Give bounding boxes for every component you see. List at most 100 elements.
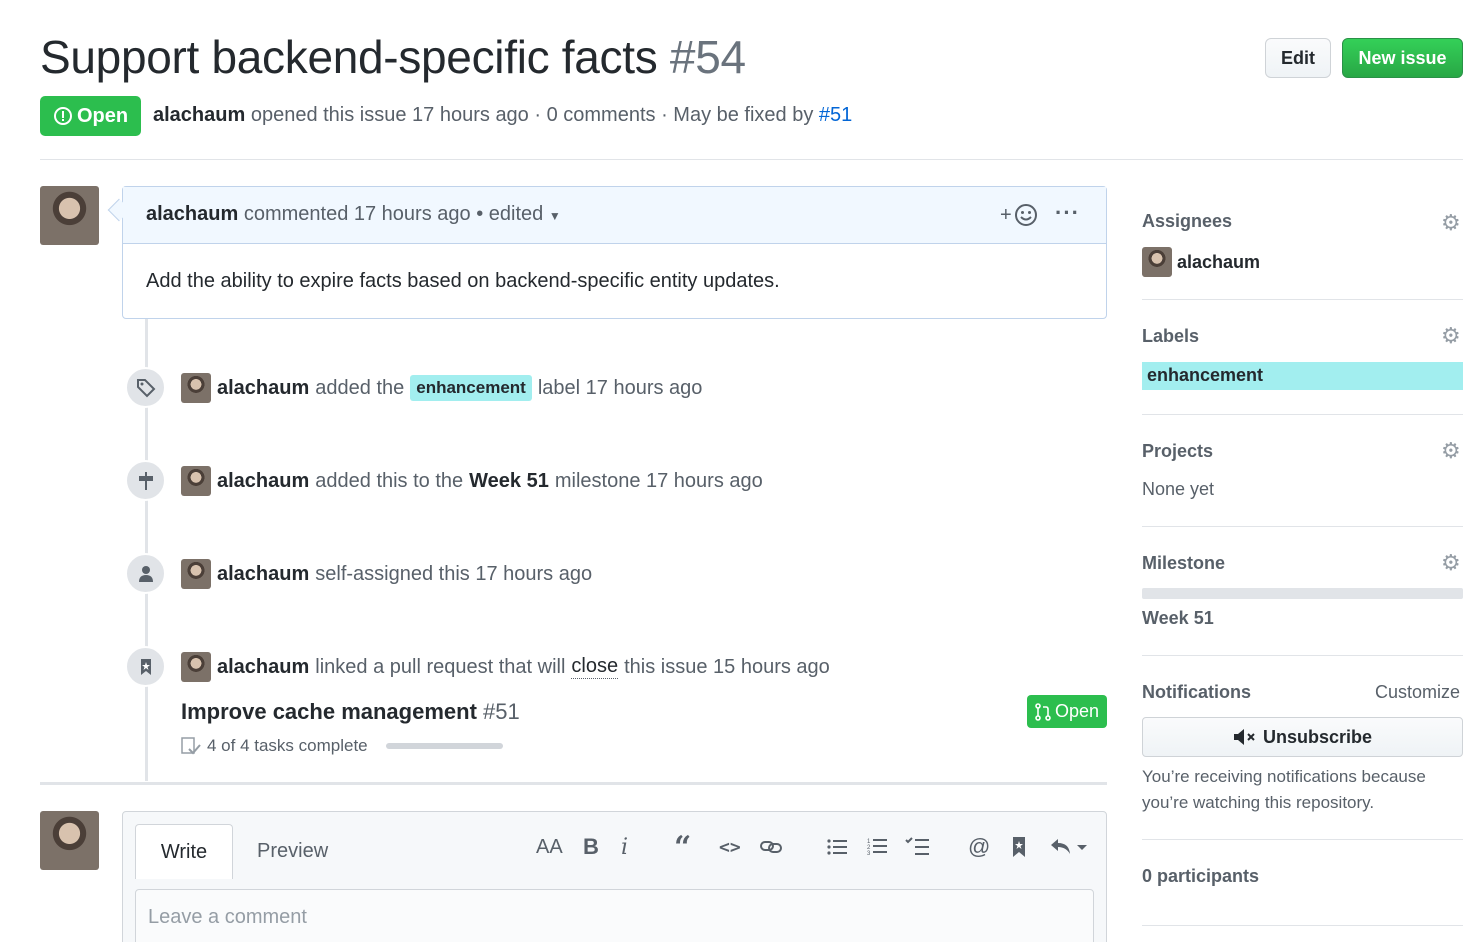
event-user-link[interactable]: alachaum — [217, 470, 309, 493]
heading-icon[interactable]: AA — [536, 832, 563, 862]
header-divider — [40, 159, 1463, 160]
event-avatar[interactable] — [181, 652, 211, 682]
numbered-list-icon[interactable]: 123 — [867, 832, 887, 862]
event-avatar[interactable] — [181, 466, 211, 496]
gear-icon[interactable]: ⚙ — [1441, 438, 1461, 464]
event-text: linked a pull request that will — [315, 655, 566, 678]
issue-title: Support backend-specific facts #54 — [40, 30, 746, 84]
projects-heading[interactable]: Projects — [1142, 441, 1213, 462]
more-options-icon[interactable]: ··· — [1055, 200, 1080, 226]
comment-body: Add the ability to expire facts based on… — [146, 270, 780, 292]
reply-icon[interactable] — [1050, 832, 1090, 862]
event-text: added this to the — [315, 469, 464, 492]
assignee-avatar[interactable] — [1142, 247, 1172, 277]
close-keyword[interactable]: close — [571, 655, 619, 679]
tab-write[interactable]: Write — [135, 824, 233, 879]
event-text: added the — [315, 376, 405, 399]
bullet-list-icon[interactable] — [827, 832, 847, 862]
current-user-avatar[interactable] — [40, 811, 99, 870]
labels-heading[interactable]: Labels — [1142, 326, 1199, 347]
task-progress: 4 of 4 tasks complete — [181, 736, 503, 756]
pr-state-label: Open — [1054, 701, 1100, 721]
linked-pr-title[interactable]: Improve cache management #51 — [181, 699, 520, 725]
event-avatar[interactable] — [181, 559, 211, 589]
notification-reason: You’re receiving notifications because y… — [1142, 767, 1426, 812]
assignee-name[interactable]: alachaum — [1177, 252, 1260, 273]
link-icon[interactable] — [760, 832, 782, 862]
event-user-link[interactable]: alachaum — [217, 656, 309, 679]
sidebar-divider — [1142, 526, 1463, 527]
event-user-link[interactable]: alachaum — [217, 377, 309, 400]
sidebar-divider — [1142, 839, 1463, 840]
bookmark-icon[interactable] — [1011, 832, 1027, 862]
italic-icon[interactable]: i — [621, 832, 628, 862]
bookmark-icon — [125, 646, 166, 687]
assign-event: alachaum self-assigned this 17 hours ago — [181, 559, 592, 589]
pr-state-badge: Open — [1027, 695, 1107, 728]
notifications-heading: Notifications — [1142, 682, 1252, 702]
comment-author-link[interactable]: alachaum — [146, 203, 238, 225]
issue-state-badge: Open — [40, 96, 141, 136]
assignees-heading[interactable]: Assignees — [1142, 211, 1232, 232]
issue-author-link[interactable]: alachaum — [153, 104, 245, 126]
milestone-icon — [125, 460, 166, 501]
customize-link[interactable]: Customize — [1375, 682, 1460, 703]
gear-icon[interactable]: ⚙ — [1441, 323, 1461, 349]
unsubscribe-label: Unsubscribe — [1262, 726, 1373, 747]
mute-icon — [1233, 729, 1255, 745]
add-reaction-button[interactable]: + — [1000, 203, 1038, 227]
svg-text:3: 3 — [867, 851, 871, 857]
comment-header: alachaum commented 17 hours ago • edited… — [123, 187, 1106, 244]
pr-number: #51 — [483, 699, 520, 724]
issue-comment: alachaum commented 17 hours ago • edited… — [122, 186, 1107, 319]
event-text: milestone 17 hours ago — [554, 469, 763, 492]
issue-number: #54 — [669, 31, 746, 83]
event-avatar[interactable] — [181, 373, 211, 403]
comment-meta[interactable]: commented 17 hours ago • edited — [244, 203, 543, 225]
sidebar-label-enhancement[interactable]: enhancement — [1142, 362, 1463, 390]
task-list-icon[interactable] — [905, 832, 929, 862]
milestone-value[interactable]: Week 51 — [1142, 608, 1214, 629]
person-icon — [125, 553, 166, 594]
pull-request-icon — [1035, 702, 1051, 721]
sidebar-divider — [1142, 925, 1463, 926]
edited-dropdown-icon[interactable]: ▼ — [549, 209, 561, 223]
sidebar-divider — [1142, 299, 1463, 300]
link-event: alachaum linked a pull request that will… — [181, 652, 830, 682]
checklist-icon — [181, 737, 201, 755]
gear-icon[interactable]: ⚙ — [1441, 210, 1461, 236]
gear-icon[interactable]: ⚙ — [1441, 550, 1461, 576]
event-user-link[interactable]: alachaum — [217, 563, 309, 586]
milestone-event: alachaum added this to the Week 51 miles… — [181, 466, 763, 496]
unsubscribe-button[interactable]: Unsubscribe — [1142, 717, 1463, 757]
issue-title-text: Support backend-specific facts — [40, 31, 658, 83]
assignee-item[interactable]: alachaum — [1142, 247, 1260, 277]
tag-icon — [125, 367, 166, 408]
milestone-link[interactable]: Week 51 — [469, 470, 549, 493]
issue-meta-text: opened this issue 17 hours ago · 0 comme… — [250, 104, 814, 126]
participants-count: 0 participants — [1142, 866, 1260, 886]
code-icon[interactable]: <> — [719, 832, 741, 862]
pr-title-text[interactable]: Improve cache management — [181, 699, 477, 724]
quote-icon[interactable]: “ — [674, 830, 691, 865]
projects-value: None yet — [1142, 479, 1215, 499]
fix-pr-link[interactable]: #51 — [819, 104, 852, 126]
label-event: alachaum added the enhancement label 17 … — [181, 373, 702, 403]
mention-icon[interactable]: @ — [968, 832, 990, 862]
new-issue-button[interactable]: New issue — [1342, 38, 1463, 78]
comment-author-avatar[interactable] — [40, 186, 99, 245]
edit-button[interactable]: Edit — [1265, 38, 1331, 78]
task-progress-bar — [385, 743, 503, 749]
issue-meta: alachaum opened this issue 17 hours ago … — [153, 104, 852, 127]
thread-divider — [40, 782, 1107, 785]
sidebar-divider — [1142, 655, 1463, 656]
comment-textarea[interactable]: Leave a comment — [135, 889, 1094, 942]
tasks-text: 4 of 4 tasks complete — [207, 736, 368, 755]
tab-preview[interactable]: Preview — [257, 840, 328, 863]
event-text: label 17 hours ago — [537, 376, 703, 399]
milestone-progress-bar — [1142, 588, 1463, 599]
bold-icon[interactable]: B — [583, 832, 599, 862]
milestone-heading[interactable]: Milestone — [1142, 553, 1225, 574]
sidebar-divider — [1142, 414, 1463, 415]
enhancement-label[interactable]: enhancement — [410, 375, 532, 401]
